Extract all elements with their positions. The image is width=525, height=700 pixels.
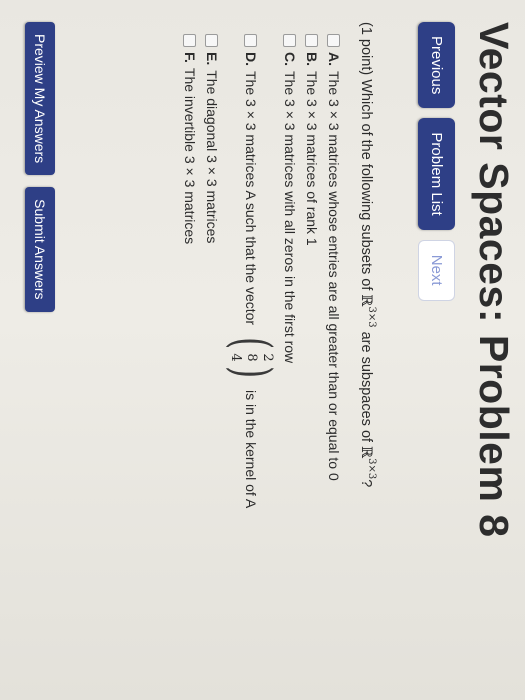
vector-right-paren: ) [221, 365, 281, 378]
question-prefix: (1 point) Which of the following subsets… [358, 22, 374, 295]
option-c-text: The 3 × 3 matrices with all zeros in the… [282, 71, 298, 364]
problem-page: Vector Spaces: Problem 8 Previous Proble… [0, 0, 525, 700]
set-exponent-2: 3×3 [366, 458, 377, 480]
option-b[interactable]: B. The 3 × 3 matrices of rank 1 [301, 34, 323, 508]
set-symbol: ℝ [358, 294, 374, 307]
set-exponent: 3×3 [366, 306, 377, 328]
vector-left-paren: ( [221, 337, 281, 350]
problem-list-button[interactable]: Problem List [418, 118, 455, 230]
next-button[interactable]: Next [418, 239, 455, 301]
option-f-checkbox[interactable] [183, 34, 197, 47]
vector-entry: 2 [260, 353, 275, 362]
vector-entry: 4 [228, 353, 243, 362]
option-c[interactable]: C. The 3 × 3 matrices with all zeros in … [279, 34, 301, 508]
kernel-vector: ( 2 8 4 ) [221, 333, 281, 382]
page-title: Vector Spaces: Problem 8 [471, 22, 517, 538]
preview-answers-button[interactable]: Preview My Answers [25, 22, 55, 176]
option-f[interactable]: F. The invertible 3 × 3 matrices [179, 34, 201, 508]
option-b-letter: B. [304, 52, 320, 66]
option-d-text-after: is in the kernel of A [243, 389, 259, 509]
answer-actions: Preview My Answers Submit Answers [25, 22, 55, 312]
vector-entry: 8 [244, 353, 259, 362]
option-d-checkbox[interactable] [244, 34, 258, 47]
option-c-checkbox[interactable] [283, 34, 297, 47]
option-e-checkbox[interactable] [205, 34, 219, 47]
previous-button[interactable]: Previous [418, 22, 455, 109]
answer-options: A. The 3 × 3 matrices whose entries are … [179, 34, 345, 508]
question-middle: are subspaces of [358, 327, 374, 447]
option-a-text: The 3 × 3 matrices whose entries are all… [326, 71, 342, 481]
option-a[interactable]: A. The 3 × 3 matrices whose entries are … [323, 34, 345, 508]
option-d[interactable]: D. The 3 × 3 matrices A such that the ve… [221, 34, 281, 509]
problem-nav: Previous Problem List Next [418, 22, 455, 301]
option-e-text: The diagonal 3 × 3 matrices [204, 70, 220, 244]
option-e-letter: E. [204, 52, 220, 66]
option-a-letter: A. [326, 52, 342, 66]
option-f-letter: F. [182, 52, 198, 63]
option-c-letter: C. [282, 52, 298, 66]
question-text: (1 point) Which of the following subsets… [358, 22, 377, 487]
option-f-text: The invertible 3 × 3 matrices [182, 67, 198, 245]
option-b-text: The 3 × 3 matrices of rank 1 [304, 71, 320, 246]
option-d-letter: D. [243, 52, 259, 66]
option-e[interactable]: E. The diagonal 3 × 3 matrices [201, 34, 223, 508]
option-b-checkbox[interactable] [305, 34, 319, 47]
vector-entries: 2 8 4 [227, 353, 275, 361]
set-symbol-2: ℝ [358, 446, 374, 459]
option-a-checkbox[interactable] [327, 34, 341, 47]
option-d-text-before: The 3 × 3 matrices A such that the vecto… [243, 71, 259, 326]
submit-answers-button[interactable]: Submit Answers [25, 187, 55, 312]
question-suffix: ? [358, 479, 374, 488]
